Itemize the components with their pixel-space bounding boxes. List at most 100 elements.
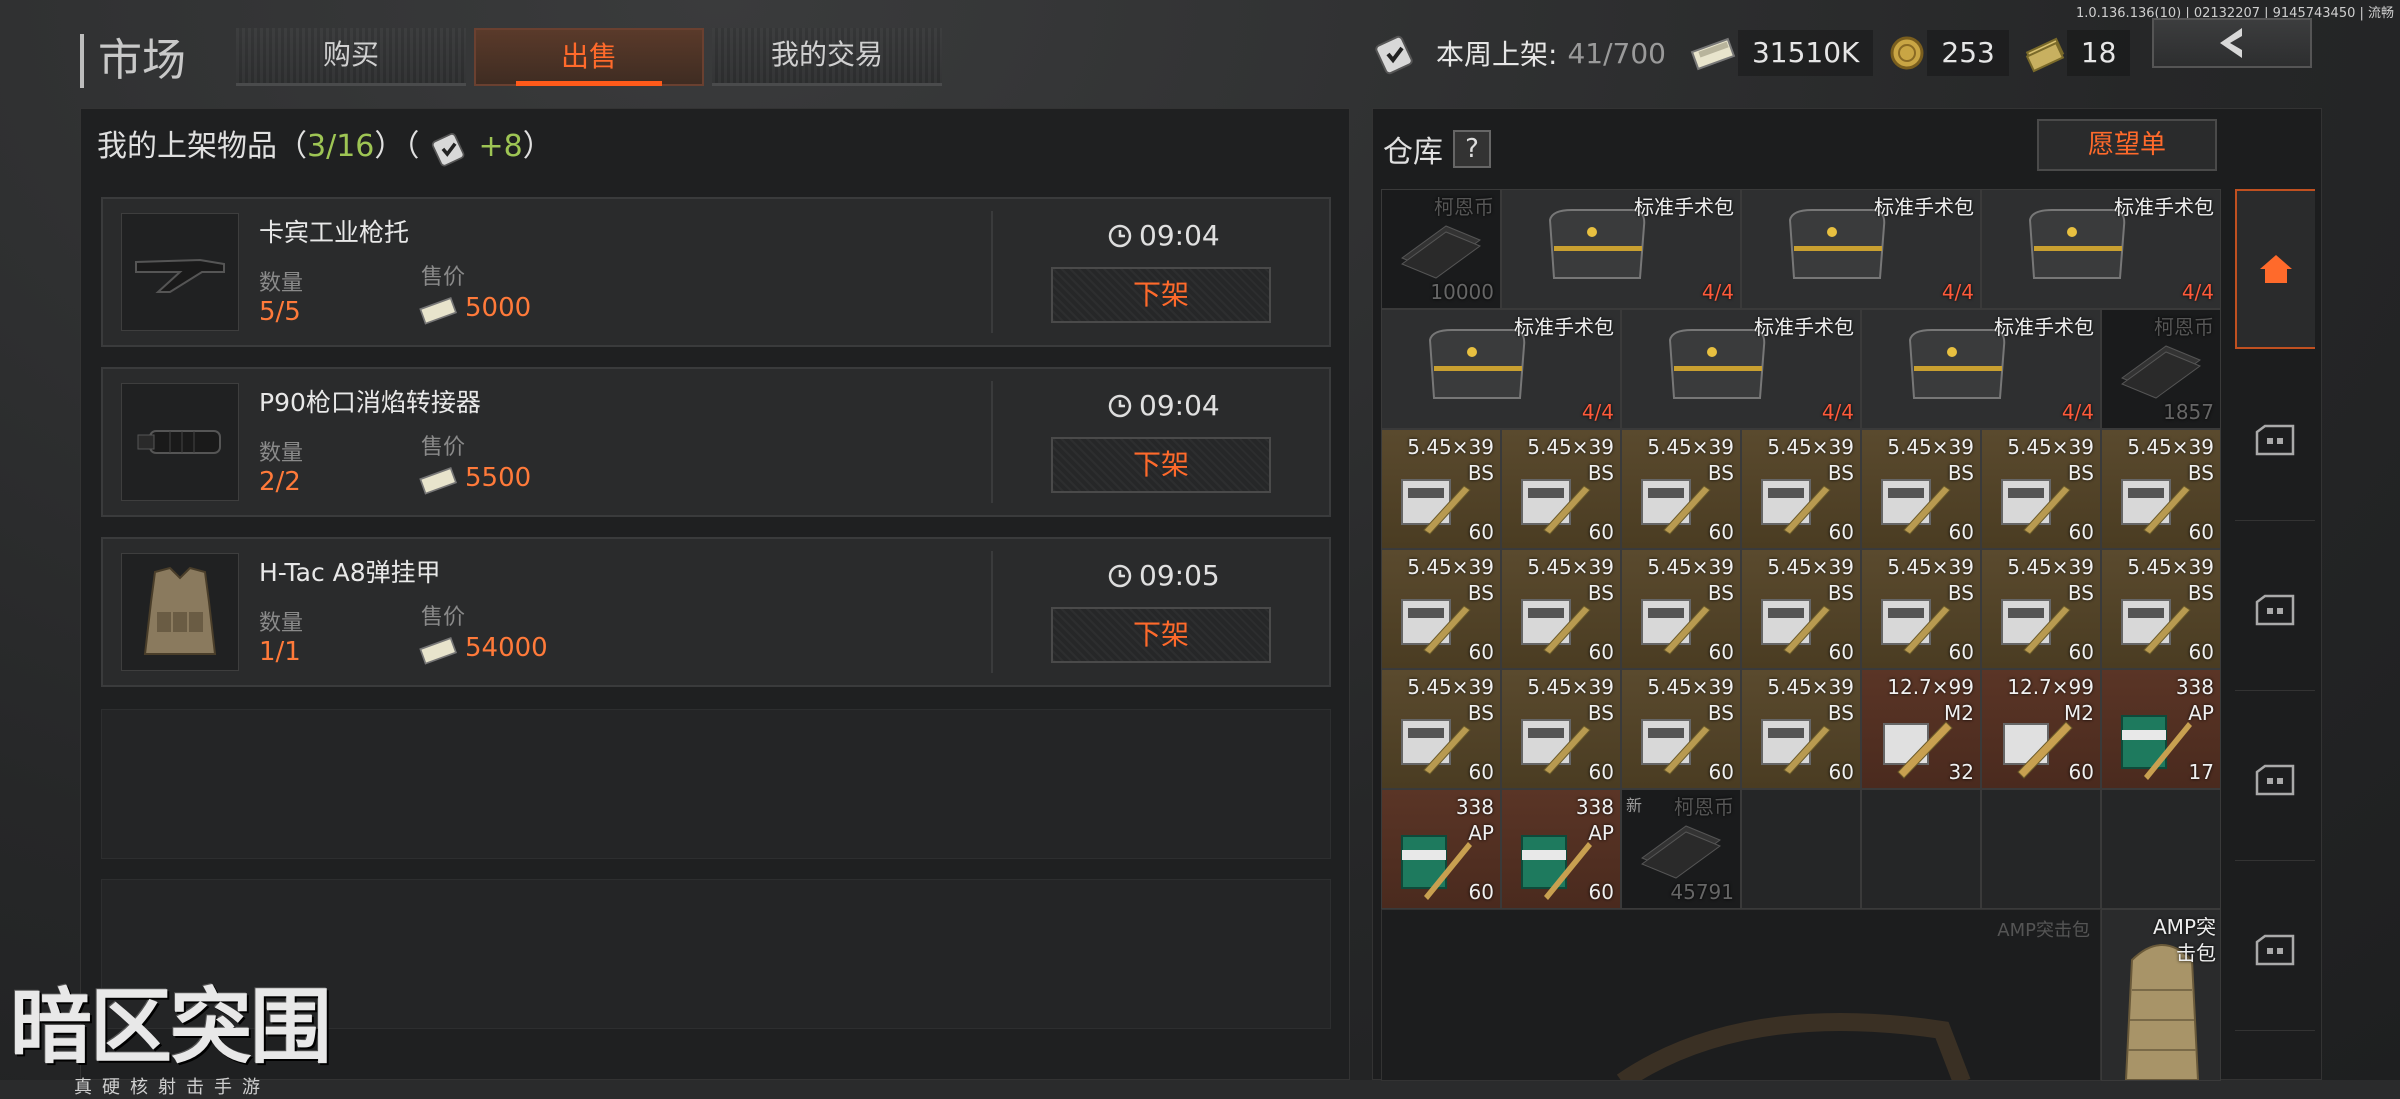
- coin-stat: 253: [1887, 30, 2009, 76]
- tab-buy[interactable]: 购买: [236, 28, 466, 86]
- warehouse-item-slot[interactable]: 5.45×39 BS 60: [1861, 429, 1981, 549]
- warehouse-item-slot[interactable]: 5.45×39 BS 60: [2101, 549, 2221, 669]
- warehouse-item-slot[interactable]: 5.45×39 BS 60: [1501, 549, 1621, 669]
- warehouse-item-slot[interactable]: 标准手术包 4/4: [1741, 189, 1981, 309]
- amp-bag-label: AMP突击包: [2153, 915, 2216, 965]
- delist-button[interactable]: 下架: [1051, 607, 1271, 663]
- timer-value: 09:04: [1139, 389, 1220, 422]
- empty-slot[interactable]: [1981, 789, 2101, 909]
- back-button[interactable]: [2152, 18, 2312, 68]
- crate-icon: [2255, 764, 2295, 795]
- warehouse-item-slot[interactable]: 5.45×39 BS 60: [1621, 549, 1741, 669]
- amp-bag-container[interactable]: AMP突击包: [1381, 909, 2101, 1081]
- warehouse-item-slot[interactable]: 5.45×39 BS 60: [1741, 549, 1861, 669]
- warehouse-sidebar: [2229, 179, 2319, 1081]
- warehouse-item-slot[interactable]: 柯恩币 10000: [1381, 189, 1501, 309]
- tab-sell[interactable]: 出售: [474, 28, 704, 86]
- crate-icon: [2255, 594, 2295, 625]
- price-label: 售价: [421, 605, 466, 630]
- empty-listing-slot[interactable]: [101, 709, 1331, 859]
- banknote-icon: [419, 297, 458, 325]
- item-slot-count: 60: [2188, 520, 2214, 544]
- warehouse-title: 仓库: [1383, 135, 1443, 170]
- qty-value: 1/1: [259, 637, 301, 667]
- item-name: H-Tac A8弹挂甲: [259, 558, 441, 587]
- warehouse-item-slot[interactable]: 标准手术包 4/4: [1381, 309, 1621, 429]
- item-slot-count: 60: [1588, 520, 1614, 544]
- divider: [991, 551, 993, 673]
- delist-button[interactable]: 下架: [1051, 267, 1271, 323]
- tab-my-trades[interactable]: 我的交易: [712, 28, 942, 86]
- item-slot-count: 60: [1948, 640, 1974, 664]
- warehouse-item-slot[interactable]: 12.7×99 M2 32: [1861, 669, 1981, 789]
- warehouse-item-slot[interactable]: 5.45×39 BS 60: [1981, 429, 2101, 549]
- warehouse-item-slot[interactable]: 标准手术包 4/4: [1981, 189, 2221, 309]
- item-slot-count: 4/4: [2181, 280, 2214, 304]
- help-button[interactable]: ?: [1453, 130, 1491, 168]
- listing-timer: 09:04: [1107, 219, 1220, 252]
- qty-value: 5/5: [259, 297, 301, 327]
- divider: [991, 381, 993, 503]
- warehouse-item-slot[interactable]: 标准手术包 4/4: [1501, 189, 1741, 309]
- qty-label: 数量: [259, 441, 304, 466]
- warehouse-item-slot[interactable]: 标准手术包 4/4: [1861, 309, 2101, 429]
- coin-value: 253: [1927, 30, 2009, 76]
- armor-vest-icon: [143, 566, 217, 655]
- empty-slot[interactable]: [1861, 789, 1981, 909]
- item-slot-title: 5.45×39 BS: [1407, 435, 1494, 485]
- container-tab-button[interactable]: [2235, 701, 2315, 861]
- price-label: 售价: [421, 435, 466, 460]
- item-slot-title: 5.45×39 BS: [1647, 555, 1734, 605]
- warehouse-item-slot[interactable]: 5.45×39 BS 60: [1741, 669, 1861, 789]
- item-slot-count: 32: [1948, 760, 1974, 784]
- empty-slot[interactable]: [2101, 789, 2221, 909]
- warehouse-item-slot[interactable]: 5.45×39 BS 60: [1501, 429, 1621, 549]
- container-tab-button[interactable]: [2235, 531, 2315, 691]
- listings-count: 3/16: [307, 129, 375, 164]
- container-tab-button[interactable]: [2235, 871, 2315, 1031]
- game-logo: 暗区突围 真硬核射击手游: [10, 960, 370, 1098]
- container-tab-button[interactable]: [2235, 361, 2315, 521]
- warehouse-item-slot[interactable]: 5.45×39 BS 60: [1381, 669, 1501, 789]
- warehouse-item-slot[interactable]: 5.45×39 BS 60: [2101, 429, 2221, 549]
- muzzle-adapter-icon: [137, 430, 221, 454]
- amp-bag-slot[interactable]: AMP突 击包: [2101, 909, 2221, 1081]
- warehouse-item-slot[interactable]: 柯恩币 1857: [2101, 309, 2221, 429]
- listings-title: 我的上架物品: [97, 129, 277, 164]
- warehouse-item-slot[interactable]: 柯恩币 45791 新: [1621, 789, 1741, 909]
- empty-slot[interactable]: [1741, 789, 1861, 909]
- warehouse-item-slot[interactable]: 12.7×99 M2 60: [1981, 669, 2101, 789]
- banknote-icon: [1690, 37, 1736, 71]
- item-name: P90枪口消焰转接器: [259, 388, 481, 417]
- home-tab-button[interactable]: [2235, 189, 2315, 349]
- warehouse-item-slot[interactable]: 338 AP 60: [1501, 789, 1621, 909]
- item-slot-count: 60: [1708, 760, 1734, 784]
- item-slot-count: 60: [1708, 520, 1734, 544]
- item-slot-count: 60: [1828, 760, 1854, 784]
- wishlist-button[interactable]: 愿望单: [2037, 119, 2217, 171]
- bag-strap-icon: [1616, 1012, 1971, 1080]
- warehouse-item-slot[interactable]: 5.45×39 BS 60: [1381, 429, 1501, 549]
- cash-stat: 18: [2023, 30, 2131, 76]
- warehouse-item-slot[interactable]: 5.45×39 BS 60: [1861, 549, 1981, 669]
- warehouse-item-slot[interactable]: 338 AP 17: [2101, 669, 2221, 789]
- my-listings-panel: 我的上架物品（3/16）（ +8） 卡宾工业枪托 数量 5/5 售价 5000 …: [80, 108, 1350, 1080]
- cash-value: 18: [2066, 30, 2131, 76]
- item-slot-title: 柯恩币: [2154, 315, 2214, 339]
- warehouse-item-slot[interactable]: 标准手术包 4/4: [1621, 309, 1861, 429]
- item-slot-title: 柯恩币: [1434, 195, 1494, 219]
- delist-button[interactable]: 下架: [1051, 437, 1271, 493]
- item-slot-count: 60: [1828, 640, 1854, 664]
- listings-header: 我的上架物品（3/16）（ +8）: [97, 121, 553, 168]
- item-slot-count: 60: [1948, 520, 1974, 544]
- warehouse-item-slot[interactable]: 5.45×39 BS 60: [1621, 669, 1741, 789]
- warehouse-item-slot[interactable]: 5.45×39 BS 60: [1501, 669, 1621, 789]
- warehouse-item-slot[interactable]: 338 AP 60: [1381, 789, 1501, 909]
- item-slot-title: 柯恩币: [1674, 795, 1734, 819]
- warehouse-item-slot[interactable]: 5.45×39 BS 60: [1741, 429, 1861, 549]
- warehouse-item-slot[interactable]: 5.45×39 BS 60: [1981, 549, 2101, 669]
- crate-icon: [2255, 934, 2295, 965]
- item-slot-count: 4/4: [1941, 280, 1974, 304]
- warehouse-item-slot[interactable]: 5.45×39 BS 60: [1381, 549, 1501, 669]
- warehouse-item-slot[interactable]: 5.45×39 BS 60: [1621, 429, 1741, 549]
